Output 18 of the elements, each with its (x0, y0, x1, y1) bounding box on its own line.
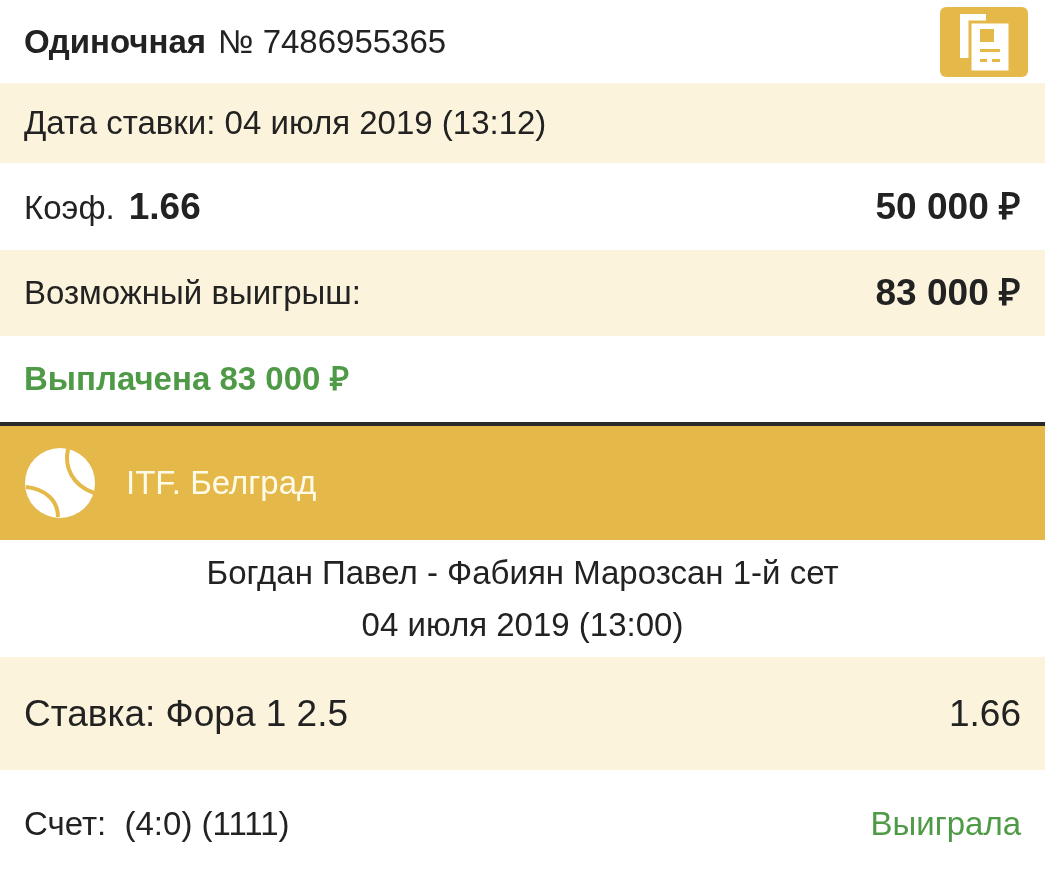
bet-date: Дата ставки: 04 июля 2019 (13:12) (24, 103, 547, 144)
match-date: 04 июля 2019 (13:00) (361, 604, 684, 645)
match-title: Богдан Павел - Фабиян Марозсан 1-й сет (206, 553, 839, 593)
possible-win-label: Возможный выигрыш: (24, 273, 361, 314)
selection-odds: 1.66 (949, 691, 1021, 736)
bet-number: № 7486955365 (218, 21, 447, 62)
tournament-name: ITF. Белград (126, 463, 317, 504)
stake-amount: 50 000 ₽ (875, 184, 1021, 229)
tennis-ball-icon (24, 447, 96, 519)
odds-value: 1.66 (128, 184, 201, 229)
receipt-icon[interactable] (940, 6, 1028, 77)
score-text: Счет: (4:0) (1111) (24, 803, 290, 844)
odds-label: Коэф. (24, 187, 115, 228)
payout-status: Выплачена 83 000 ₽ (24, 359, 349, 400)
bet-type: Одиночная (24, 21, 207, 62)
result-status: Выиграла (870, 803, 1021, 844)
possible-win-amount: 83 000 ₽ (875, 271, 1021, 316)
bet-selection: Ставка: Фора 1 2.5 (24, 691, 349, 736)
